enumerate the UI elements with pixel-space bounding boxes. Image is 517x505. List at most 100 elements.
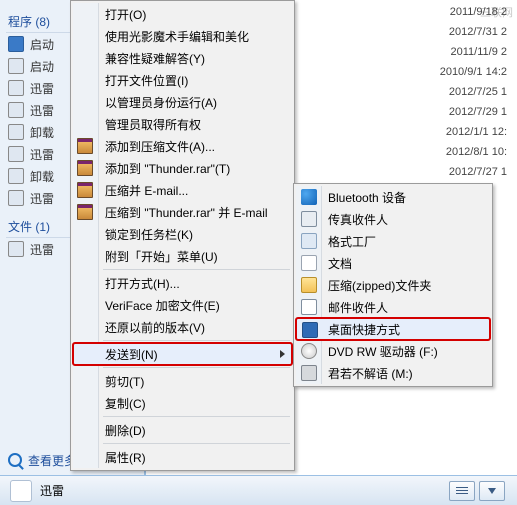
submenu-item-label: 君若不解语 (M:): [328, 365, 413, 382]
menu-item-label: 压缩到 "Thunder.rar" 并 E-mail: [105, 204, 268, 221]
menu-separator: [103, 367, 290, 368]
menu-rar-email-named[interactable]: 压缩到 "Thunder.rar" 并 E-mail: [73, 201, 292, 223]
winrar-icon: [77, 204, 93, 220]
desktop-icon: [302, 322, 318, 338]
sendto-desktop-shortcut[interactable]: 桌面快捷方式: [296, 318, 490, 340]
menu-item-label: 添加到压缩文件(A)...: [105, 138, 215, 155]
sendto-fax[interactable]: 传真收件人: [296, 208, 490, 230]
harddrive-icon: [301, 365, 317, 381]
context-menu: 打开(O) 使用光影魔术手编辑和美化 兼容性疑难解答(Y) 打开文件位置(I) …: [70, 0, 295, 471]
sendto-zipped[interactable]: 压缩(zipped)文件夹: [296, 274, 490, 296]
sendto-dvd[interactable]: DVD RW 驱动器 (F:): [296, 340, 490, 362]
zip-folder-icon: [301, 277, 317, 293]
menu-send-to[interactable]: 发送到(N): [73, 343, 292, 365]
submenu-item-label: 桌面快捷方式: [328, 321, 400, 338]
menu-take-ownership[interactable]: 管理员取得所有权: [73, 113, 292, 135]
send-to-submenu: Bluetooth 设备 传真收件人 格式工厂 文档 压缩(zipped)文件夹…: [293, 183, 493, 387]
sendto-drive-m[interactable]: 君若不解语 (M:): [296, 362, 490, 384]
menu-item-label: 剪切(T): [105, 373, 144, 390]
menu-item-label: 锁定到任务栏(K): [105, 226, 193, 243]
menu-rar-add-named[interactable]: 添加到 "Thunder.rar"(T): [73, 157, 292, 179]
details-bar: 迅雷: [0, 475, 517, 505]
sidebar-item-label: 迅雷: [30, 102, 54, 119]
winrar-icon: [77, 182, 93, 198]
file-date: 2012/8/1 10:: [446, 146, 507, 158]
menu-separator: [103, 416, 290, 417]
fax-icon: [301, 211, 317, 227]
menu-item-label: 兼容性疑难解答(Y): [105, 50, 205, 67]
menu-separator: [103, 269, 290, 270]
menu-rar-add[interactable]: 添加到压缩文件(A)...: [73, 135, 292, 157]
menu-pin-taskbar[interactable]: 锁定到任务栏(K): [73, 223, 292, 245]
submenu-item-label: 压缩(zipped)文件夹: [328, 277, 431, 294]
detail-icon: [10, 480, 32, 502]
menu-item-label: 打开文件位置(I): [105, 72, 188, 89]
file-date: 2012/1/1 12:: [446, 126, 507, 138]
sendto-mail[interactable]: 邮件收件人: [296, 296, 490, 318]
search-icon: [8, 453, 22, 467]
file-date: 2012/7/27 1: [449, 166, 507, 178]
menu-copy[interactable]: 复制(C): [73, 392, 292, 414]
winrar-icon: [77, 160, 93, 176]
submenu-item-label: 文档: [328, 255, 352, 272]
sidebar-item-label: 迅雷: [30, 241, 54, 258]
sendto-bluetooth[interactable]: Bluetooth 设备: [296, 186, 490, 208]
app-icon: [8, 124, 24, 140]
mail-icon: [301, 299, 317, 315]
sidebar-item-label: 迅雷: [30, 80, 54, 97]
submenu-item-label: DVD RW 驱动器 (F:): [328, 343, 438, 360]
sendto-formatfactory[interactable]: 格式工厂: [296, 230, 490, 252]
file-date: 2012/7/25 1: [449, 86, 507, 98]
menu-open-location[interactable]: 打开文件位置(I): [73, 69, 292, 91]
menu-restore-prev[interactable]: 还原以前的版本(V): [73, 316, 292, 338]
sendto-documents[interactable]: 文档: [296, 252, 490, 274]
file-date: 2011/11/9 2: [451, 46, 507, 58]
app-icon: [8, 102, 24, 118]
menu-compat[interactable]: 兼容性疑难解答(Y): [73, 47, 292, 69]
dvd-drive-icon: [301, 343, 317, 359]
file-date: 2010/9/1 14:2: [440, 66, 507, 78]
menu-item-label: 复制(C): [105, 395, 146, 412]
menu-open[interactable]: 打开(O): [73, 3, 292, 25]
submenu-arrow-icon: [280, 350, 285, 358]
menu-rar-email[interactable]: 压缩并 E-mail...: [73, 179, 292, 201]
menu-item-label: 使用光影魔术手编辑和美化: [105, 28, 249, 45]
app-icon: [8, 168, 24, 184]
menu-properties[interactable]: 属性(R): [73, 446, 292, 468]
sidebar-item-label: 迅雷: [30, 190, 54, 207]
bluetooth-icon: [301, 189, 317, 205]
menu-item-label: 管理员取得所有权: [105, 116, 201, 133]
menu-item-label: 打开方式(H)...: [105, 275, 180, 292]
menu-delete[interactable]: 删除(D): [73, 419, 292, 441]
menu-open-with[interactable]: 打开方式(H)...: [73, 272, 292, 294]
menu-item-label: 以管理员身份运行(A): [105, 94, 217, 111]
file-date: 2011/9/18 2: [450, 6, 507, 18]
menu-item-label: 发送到(N): [105, 346, 158, 363]
app-icon: [8, 58, 24, 74]
submenu-item-label: 传真收件人: [328, 211, 388, 228]
menu-item-label: 属性(R): [105, 449, 146, 466]
file-icon: [8, 241, 24, 257]
winrar-icon: [77, 138, 93, 154]
submenu-item-label: 邮件收件人: [328, 299, 388, 316]
detail-name: 迅雷: [40, 482, 64, 499]
app-icon: [8, 80, 24, 96]
menu-separator: [103, 340, 290, 341]
menu-run-admin[interactable]: 以管理员身份运行(A): [73, 91, 292, 113]
menu-neoimaging[interactable]: 使用光影魔术手编辑和美化: [73, 25, 292, 47]
file-date: 2012/7/31 2: [449, 26, 507, 38]
sidebar-item-label: 卸载: [30, 124, 54, 141]
menu-cut[interactable]: 剪切(T): [73, 370, 292, 392]
menu-pin-start[interactable]: 附到「开始」菜单(U): [73, 245, 292, 267]
menu-veriface[interactable]: VeriFace 加密文件(E): [73, 294, 292, 316]
app-icon: [8, 146, 24, 162]
view-mode-button[interactable]: [449, 481, 475, 501]
formatfactory-icon: [301, 233, 317, 249]
document-icon: [301, 255, 317, 271]
menu-item-label: 打开(O): [105, 6, 146, 23]
view-dropdown-button[interactable]: [479, 481, 505, 501]
menu-item-label: VeriFace 加密文件(E): [105, 297, 220, 314]
menu-item-label: 还原以前的版本(V): [105, 319, 205, 336]
menu-item-label: 添加到 "Thunder.rar"(T): [105, 160, 230, 177]
menu-item-label: 压缩并 E-mail...: [105, 182, 188, 199]
